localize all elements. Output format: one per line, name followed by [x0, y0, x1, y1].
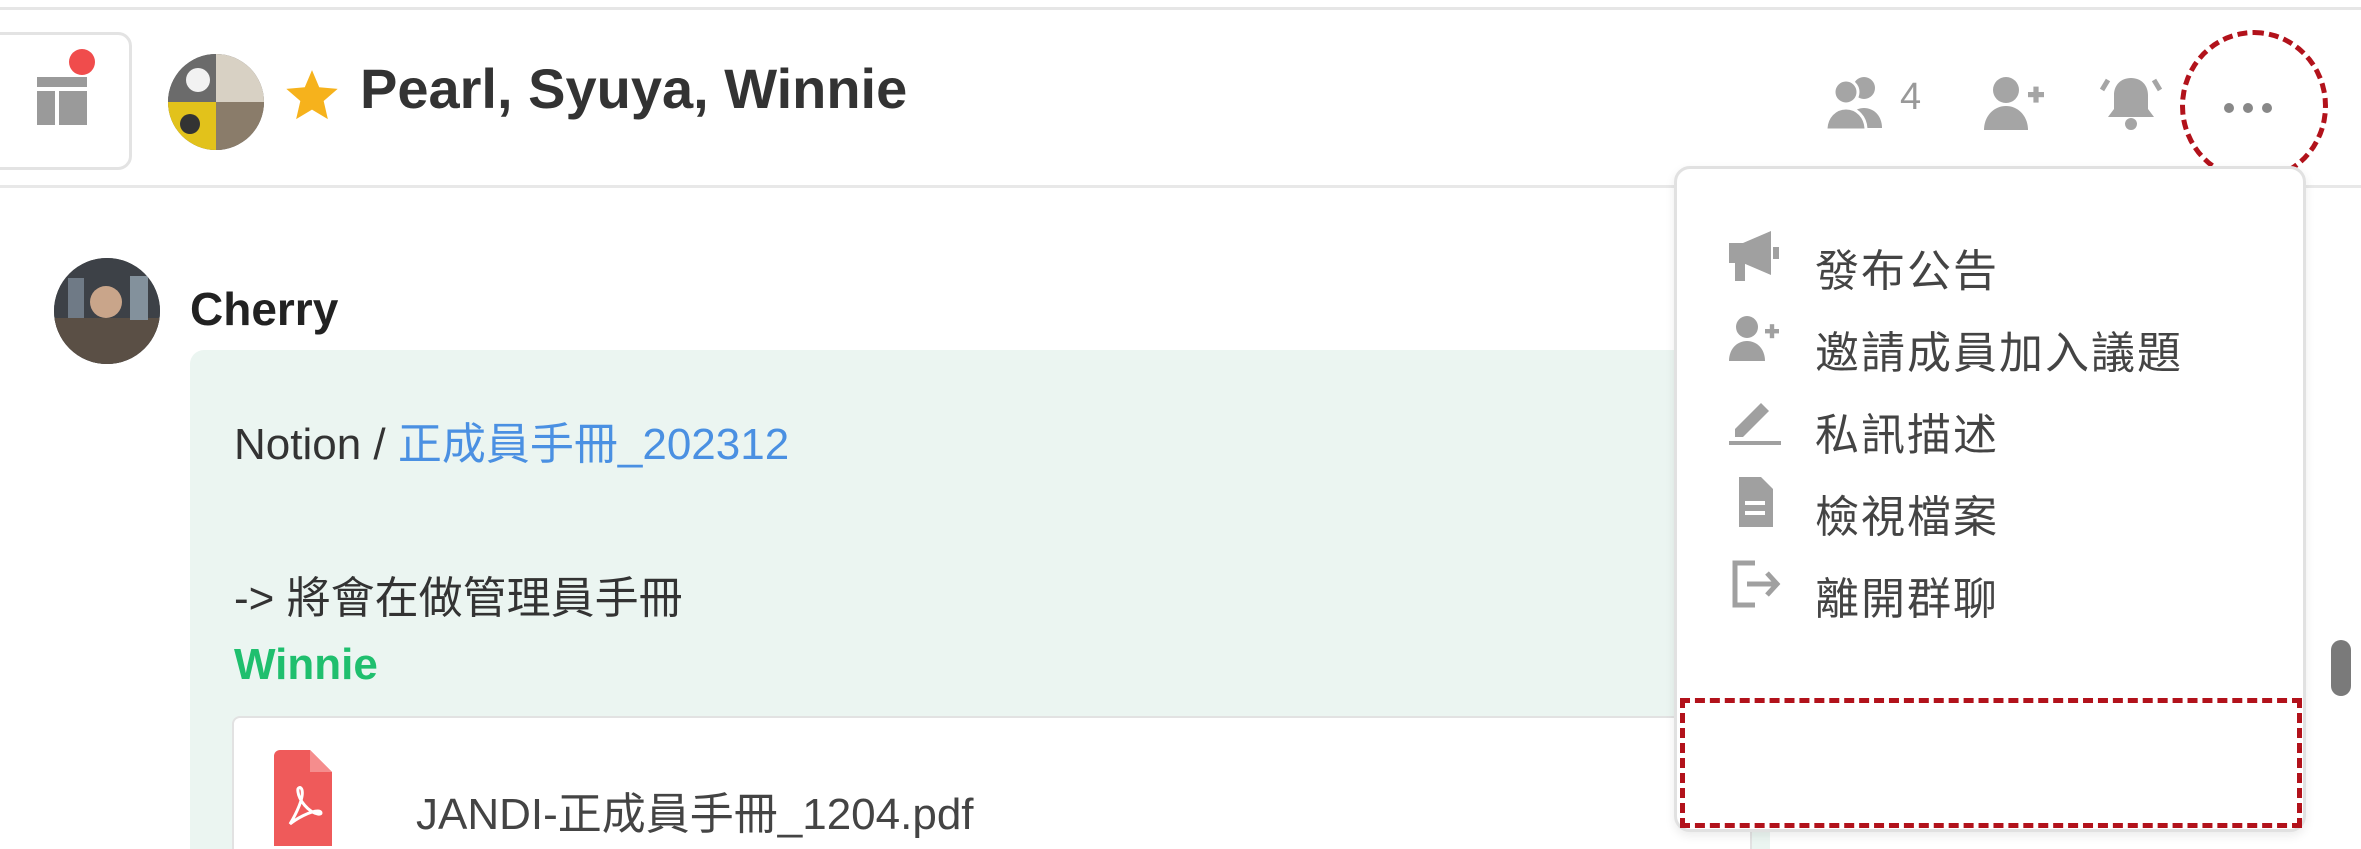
member-count[interactable]: 4 [1900, 76, 1921, 119]
star-icon[interactable] [284, 70, 340, 124]
notification-bell-icon[interactable] [2100, 72, 2162, 132]
layout-icon [37, 77, 87, 125]
pdf-icon [274, 750, 332, 846]
message-prefix: Notion / [234, 420, 398, 469]
file-name: JANDI-正成員手冊_1204.pdf [416, 790, 974, 839]
user-mention[interactable]: Winnie [234, 640, 378, 690]
room-title: Pearl, Syuya, Winnie [360, 57, 908, 120]
message-text: Notion / 正成員手冊_202312 [234, 408, 789, 472]
exit-icon [1732, 560, 1781, 608]
menu-item-label: 離開群聊 [1815, 575, 1999, 624]
avatar[interactable] [54, 258, 160, 364]
add-member-icon[interactable] [1984, 74, 2046, 130]
highlight-circle [2180, 30, 2328, 182]
message-link[interactable]: 正成員手冊_202312 [398, 420, 789, 469]
add-member-icon [1729, 316, 1779, 361]
message-bubble: Notion / 正成員手冊_202312 -> 將會在做管理員手冊 Winni… [190, 350, 1770, 849]
chat-header: Pearl, Syuya, Winnie 4 [0, 10, 2361, 188]
message-author[interactable]: Cherry [190, 282, 338, 336]
members-icon[interactable] [1824, 74, 1888, 130]
message-text-line: -> 將會在做管理員手冊 [234, 574, 683, 623]
scrollbar-thumb[interactable] [2331, 640, 2351, 696]
top-strip [0, 0, 2361, 10]
notification-dot [69, 49, 95, 75]
megaphone-icon [1729, 231, 1779, 281]
file-attachment[interactable]: JANDI-正成員手冊_1204.pdf [232, 716, 1752, 849]
file-icon [1739, 477, 1773, 527]
pencil-icon [1729, 403, 1781, 445]
highlight-rectangle [1680, 698, 2302, 828]
room-avatar[interactable] [168, 54, 264, 150]
layout-toggle-button[interactable] [0, 32, 132, 170]
menu-item-leave-group[interactable]: 離開群聊 [1677, 525, 2309, 635]
